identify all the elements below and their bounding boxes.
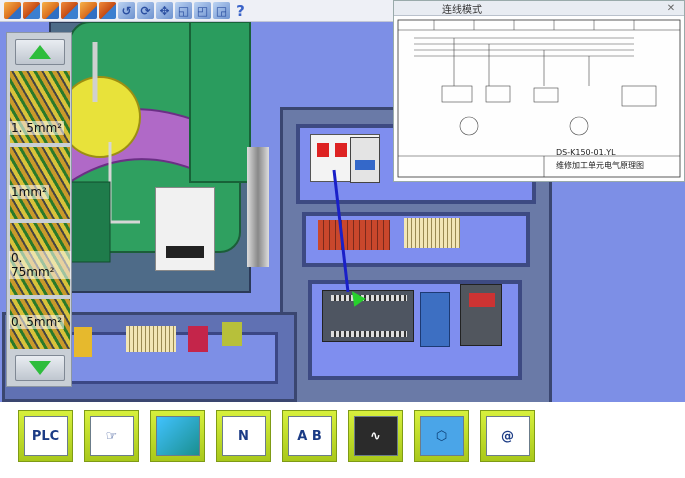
zoom-tool-icon[interactable]: ◱ bbox=[175, 2, 192, 19]
hex-nut-button[interactable]: ⬡ bbox=[414, 410, 469, 462]
bottom-toolbar: PLC ☞ N A B ∿ ⬡ @ bbox=[0, 402, 685, 478]
search-button[interactable]: @ bbox=[480, 410, 535, 462]
wire-option-4[interactable]: 0. 5mm² bbox=[9, 315, 65, 329]
cube-move-icon bbox=[155, 416, 200, 456]
cube-move-button[interactable] bbox=[150, 410, 205, 462]
cube-view-2-icon[interactable] bbox=[23, 2, 40, 19]
oscilloscope-button[interactable]: ∿ bbox=[348, 410, 403, 462]
ab-wiring-icon: A B bbox=[287, 416, 332, 456]
hex-nut-icon: ⬡ bbox=[419, 416, 464, 456]
schematic-title-bar: 连线模式 ✕ bbox=[394, 1, 684, 16]
din-sensor[interactable] bbox=[222, 322, 242, 346]
din-fuse[interactable] bbox=[188, 326, 208, 352]
wire-swatch-2[interactable] bbox=[10, 147, 70, 219]
close-icon[interactable]: ✕ bbox=[664, 3, 678, 14]
search-icon: @ bbox=[485, 416, 530, 456]
help-icon[interactable]: ? bbox=[232, 2, 249, 20]
pan-tool-icon[interactable]: ✥ bbox=[156, 2, 173, 19]
ab-wiring-button[interactable]: A B bbox=[282, 410, 337, 462]
schematic-drawing-no: DS-K150-01.YL bbox=[556, 148, 616, 157]
schematic-caption: 维修加工单元电气原理图 bbox=[556, 161, 644, 170]
wire-option-2[interactable]: 1mm² bbox=[9, 185, 49, 199]
zoom-fit-tool-icon[interactable]: ◰ bbox=[194, 2, 211, 19]
plc-button[interactable]: PLC bbox=[18, 410, 73, 462]
oscilloscope-icon: ∿ bbox=[353, 416, 398, 456]
cube-view-6-icon[interactable] bbox=[99, 2, 116, 19]
schematic-window: 连线模式 ✕ DS-K150-01.YL 维修加工单元电气原理图 bbox=[393, 0, 685, 182]
wire-scroll-down-button[interactable] bbox=[15, 355, 65, 381]
cube-view-3-icon[interactable] bbox=[42, 2, 59, 19]
wire-scroll-up-button[interactable] bbox=[15, 39, 65, 65]
touch-screen-icon: ☞ bbox=[89, 416, 134, 456]
wire-option-1[interactable]: 1. 5mm² bbox=[9, 121, 65, 135]
arrow-down-icon bbox=[29, 361, 51, 375]
cube-view-5-icon[interactable] bbox=[80, 2, 97, 19]
rotate-tool-icon[interactable]: ↺ bbox=[118, 2, 135, 19]
select-tool-icon[interactable]: ◲ bbox=[213, 2, 230, 19]
signal-tower-light[interactable] bbox=[247, 147, 269, 267]
cube-view-4-icon[interactable] bbox=[61, 2, 78, 19]
cube-view-1-icon[interactable] bbox=[4, 2, 21, 19]
wire-option-3[interactable]: 0. 75mm² bbox=[9, 251, 71, 279]
schematic-drawing bbox=[397, 19, 681, 178]
wire-gauge-selector: 1. 5mm² 1mm² 0. 75mm² 0. 5mm² bbox=[6, 32, 72, 387]
schematic-title: 连线模式 bbox=[442, 4, 482, 16]
arrow-up-icon bbox=[29, 45, 51, 59]
touch-screen-button[interactable]: ☞ bbox=[84, 410, 139, 462]
circuit-switch-icon: N bbox=[221, 416, 266, 456]
circuit-switch-button[interactable]: N bbox=[216, 410, 271, 462]
plc-label: PLC bbox=[23, 416, 68, 456]
orbit-tool-icon[interactable]: ⟳ bbox=[137, 2, 154, 19]
din-component-1[interactable] bbox=[74, 327, 92, 357]
temperature-controller[interactable] bbox=[155, 187, 215, 271]
din-terminal-block[interactable] bbox=[126, 326, 176, 352]
